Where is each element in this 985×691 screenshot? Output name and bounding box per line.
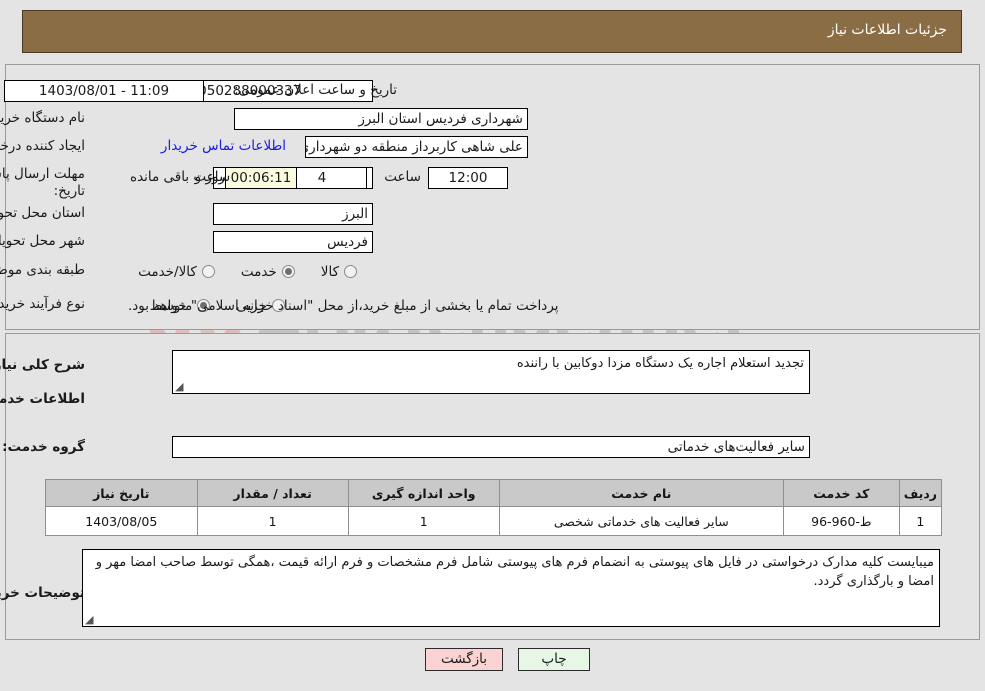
page-root: AriaTender.net جزئیات اطلاعات نیاز شماره… [0, 0, 985, 691]
general-description-textarea[interactable]: تجدید استعلام اجاره یک دستگاه مزدا دوکاب… [172, 350, 810, 394]
announce-datetime-label: تاریخ و ساعت اعلان عمومی: [234, 82, 397, 98]
buyer-org-value: شهرداری فردیس استان البرز [234, 108, 528, 130]
deadline-label-line2: تاریخ: [53, 183, 85, 199]
table-cell-0: 1 [898, 506, 943, 536]
table-header-cell-2: نام خدمت [498, 479, 784, 507]
table-header-row: ردیف کد خدمت نام خدمت واحد اندازه گیری تعداد… [45, 479, 943, 507]
deadline-label-line1: مهلت ارسال پاسخ: تا [0, 166, 85, 182]
subject-category-radio-group[interactable]: کالا خدمت کالا/خدمت [138, 261, 357, 280]
subject-category-option-label: کالا [320, 263, 339, 280]
subject-category-option-label: خدمت [240, 263, 277, 280]
service-group-label: گروه خدمت: [2, 439, 85, 455]
countdown-label: ساعت باقی مانده [130, 169, 231, 185]
table-header-cell-5: تاریخ نیاز [45, 479, 198, 507]
general-description-label: شرح کلی نیاز: [0, 357, 85, 373]
table-cell-1: ط-960-96 [782, 506, 900, 536]
delivery-city-value: فردیس [213, 231, 373, 253]
table-header-cell-3: واحد اندازه گیری [347, 479, 500, 507]
service-group-value: سایر فعالیت‌های خدماتی [172, 436, 810, 458]
buyer-notes-label: توضیحات خریدار: [0, 585, 85, 601]
back-button[interactable]: بازگشت [425, 648, 503, 671]
buyer-contact-link[interactable]: اطلاعات تماس خریدار [161, 138, 286, 154]
subject-category-option-0[interactable]: کالا [321, 264, 357, 280]
table-body: 1 ط-960-96 سایر فعالیت های خدماتی شخصی 1 1 14… [45, 506, 943, 536]
table-header-cell-1: کد خدمت [782, 479, 900, 507]
radio-dot-icon[interactable] [201, 264, 215, 278]
page-title: جزئیات اطلاعات نیاز [827, 22, 947, 38]
page-title-bar: جزئیات اطلاعات نیاز [22, 10, 962, 53]
countdown-value: 00:06:11 [225, 167, 297, 189]
table-row: 1 ط-960-96 سایر فعالیت های خدماتی شخصی 1 1 14… [45, 506, 943, 536]
print-button[interactable]: چاپ [518, 648, 590, 671]
general-description-value: تجدید استعلام اجاره یک دستگاه مزدا دوکاب… [516, 356, 804, 371]
services-table: ردیف کد خدمت نام خدمت واحد اندازه گیری تعداد… [45, 479, 943, 536]
table-header-cell-0: ردیف [898, 479, 943, 507]
table-cell-2: سایر فعالیت های خدماتی شخصی [498, 506, 784, 536]
hour-label: ساعت [384, 169, 421, 185]
resize-grip-icon-2[interactable]: ◣ [85, 613, 97, 626]
buyer-org-label: نام دستگاه خریدار: [0, 110, 85, 126]
request-creator-label: ایجاد کننده درخواست: [0, 138, 85, 154]
delivery-province-value: البرز [213, 203, 373, 225]
table-cell-3: 1 [347, 506, 500, 536]
radio-dot-icon[interactable] [281, 264, 295, 278]
table-header-cell-4: تعداد / مقدار [196, 479, 349, 507]
subject-category-label: طبقه بندی موضوعی: [0, 262, 85, 278]
announce-datetime-value: 11:09 - 1403/08/01 [4, 80, 204, 102]
subject-category-option-1[interactable]: خدمت [241, 264, 295, 280]
treasury-note: پرداخت تمام یا بخشی از مبلغ خرید،از محل … [128, 298, 559, 314]
table-cell-4: 1 [196, 506, 349, 536]
buyer-notes-textarea[interactable]: میبایست کلیه مدارک درخواستی در فایل های … [82, 549, 940, 627]
delivery-province-label: استان محل تحویل: [0, 205, 85, 221]
delivery-city-label: شهر محل تحویل: [0, 233, 85, 249]
table-cell-5: 1403/08/05 [45, 506, 198, 536]
purchase-process-label: نوع فرآیند خرید : [0, 296, 85, 312]
deadline-time-value: 12:00 [428, 167, 508, 189]
subject-category-option-label: کالا/خدمت [138, 263, 197, 280]
service-info-section-title: اطلاعات خدمات مورد نیاز [0, 391, 85, 407]
subject-category-option-2[interactable]: کالا/خدمت [138, 264, 215, 280]
buyer-notes-value: میبایست کلیه مدارک درخواستی در فایل های … [95, 555, 934, 589]
need-info-panel [5, 64, 980, 330]
resize-grip-icon[interactable]: ◣ [175, 380, 187, 393]
radio-dot-icon[interactable] [344, 264, 357, 278]
request-creator-value: علی شاهی کاربرداز منطقه دو شهرداری فردیس… [305, 136, 528, 158]
